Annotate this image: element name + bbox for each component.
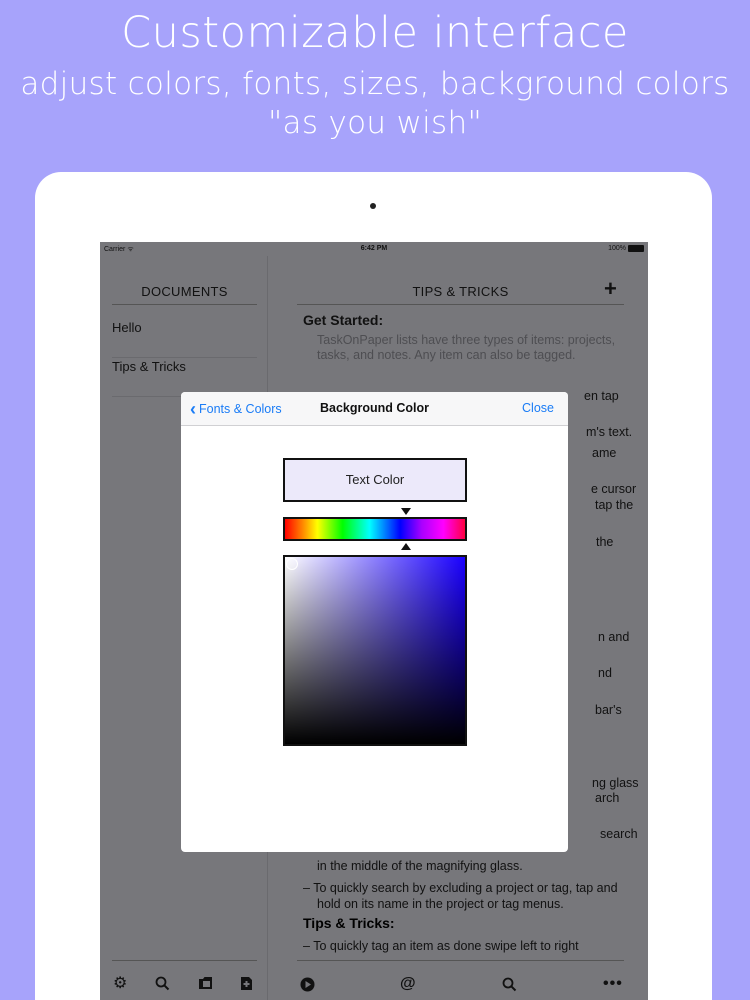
hero-title: Customizable interface [121, 8, 629, 58]
hero-subtitle: adjust colors, fonts, sizes, background … [0, 65, 750, 143]
text-fragment: e cursor [591, 482, 637, 496]
text-fragment: ng glass [592, 776, 639, 790]
text-fragment: the [596, 535, 614, 549]
sidebar-divider [112, 304, 257, 305]
gear-icon[interactable]: ⚙ [113, 976, 127, 992]
text-fragment: nd [598, 666, 612, 680]
sidebar-toolbar: ⚙ [100, 970, 268, 1000]
saturation-brightness-picker[interactable] [283, 555, 467, 746]
battery-percentage: 100% [608, 245, 626, 252]
document-title: TIPS & TRICKS [412, 284, 509, 299]
search-icon[interactable] [155, 976, 170, 995]
note-intro[interactable]: TaskOnPaper lists have three types of it… [303, 333, 623, 364]
task-swipe-done[interactable]: – To quickly tag an item as done swipe l… [303, 939, 623, 955]
popover-title: Background Color [319, 401, 430, 415]
hue-marker-top [401, 508, 412, 515]
hero-subtitle-line-1: adjust colors, fonts, sizes, background … [20, 66, 730, 102]
background-color-popover: ‹ Fonts & Colors Background Color Close T… [181, 392, 568, 852]
text-fragment: search [600, 827, 638, 841]
play-icon[interactable] [300, 977, 315, 996]
text-fragment: m's text. [586, 425, 633, 439]
text-fragment: en tap [584, 389, 619, 403]
more-icon[interactable]: ••• [603, 976, 623, 992]
color-preview-swatch[interactable]: Text Color [283, 458, 467, 502]
text-fragment: n and [598, 630, 630, 644]
text-fragment: arch [595, 791, 620, 805]
text-fragment: ame [592, 446, 617, 460]
close-button[interactable]: Close [522, 401, 554, 415]
front-camera [370, 203, 376, 209]
search-icon[interactable] [502, 977, 517, 996]
task-exclude-search[interactable]: – To quickly search by excluding a proje… [303, 881, 623, 912]
document-content: Get Started: TaskOnPaper lists have thre… [303, 312, 623, 368]
clock: 6:42 PM [360, 245, 388, 252]
add-button[interactable]: + [604, 276, 617, 302]
new-document-icon[interactable] [240, 976, 253, 995]
hue-slider[interactable] [283, 517, 467, 541]
document-title-divider [297, 304, 624, 305]
picker-cursor[interactable] [286, 558, 298, 570]
battery-icon [628, 245, 644, 252]
sidebar-toolbar-divider [112, 960, 257, 961]
project-heading-tips[interactable]: Tips & Tricks: [303, 915, 395, 931]
hero-subtitle-line-2: "as you wish" [268, 105, 482, 141]
status-bar: Carrier ᯤ 6:42 PM 100% [100, 242, 648, 256]
text-fragment: tap the [595, 498, 634, 512]
popover-navigation-bar: ‹ Fonts & Colors Background Color Close [181, 392, 568, 426]
text-fragment: bar's [595, 703, 622, 717]
document-item-hello[interactable]: Hello [112, 320, 257, 358]
task-line[interactable]: in the middle of the magnifying glass. [303, 859, 623, 875]
project-heading-get-started[interactable]: Get Started: [303, 312, 623, 329]
folder-icon[interactable] [198, 976, 213, 994]
hue-marker-bottom [401, 543, 412, 550]
sidebar-title: DOCUMENTS [141, 284, 228, 299]
at-icon[interactable]: @ [400, 976, 416, 992]
document-toolbar-divider [297, 960, 624, 961]
